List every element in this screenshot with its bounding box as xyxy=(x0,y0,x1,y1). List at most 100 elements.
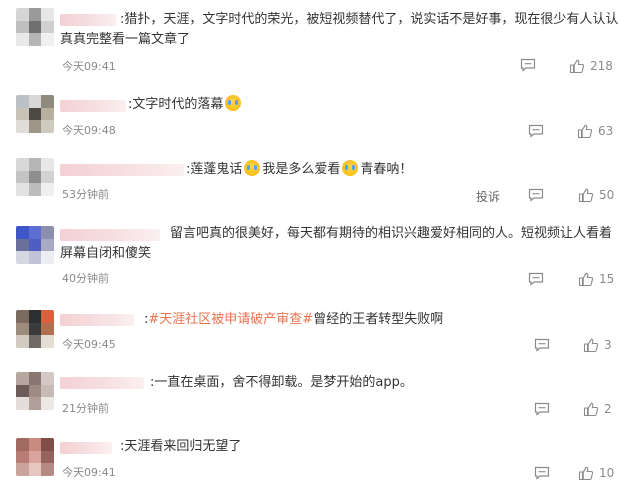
avatar-pixel xyxy=(41,438,54,451)
username-blurred[interactable] xyxy=(60,164,184,176)
avatar-pixel xyxy=(28,183,42,196)
avatar-pixel xyxy=(28,20,42,34)
comment-bubble-icon xyxy=(534,466,550,480)
like-count: 3 xyxy=(604,338,612,352)
avatar-pixel xyxy=(28,170,42,184)
reply-button[interactable] xyxy=(528,124,544,138)
reply-button[interactable] xyxy=(528,272,544,286)
avatar-pixel xyxy=(28,238,42,252)
comment-text: :一直在桌面，舍不得卸载。是梦开始的app。 xyxy=(150,375,413,390)
comment-time: 53分钟前 xyxy=(62,188,109,201)
comment-text: :天涯看来回归无望了 xyxy=(120,439,242,454)
avatar-pixel xyxy=(28,120,42,133)
like-count: 15 xyxy=(599,272,615,286)
avatar[interactable] xyxy=(16,8,54,46)
crying-face-emoji xyxy=(244,160,261,176)
avatar-pixel xyxy=(28,226,42,239)
comment-bubble-icon xyxy=(528,188,544,202)
avatar-pixel xyxy=(28,438,42,451)
like-count: 50 xyxy=(599,188,615,202)
avatar[interactable] xyxy=(16,158,54,196)
like-button[interactable]: 50 xyxy=(578,187,614,203)
comment-item: 留言吧真的很美好，每天都有期待的相识兴趣爱好相同的人。短视频让人看着屏幕自闭和傻… xyxy=(0,218,634,302)
avatar-pixel xyxy=(41,384,54,398)
hashtag-link[interactable]: #天涯社区被申请破产审查# xyxy=(148,312,313,327)
avatar-pixel xyxy=(28,335,42,348)
avatar-pixel xyxy=(16,33,29,46)
avatar-pixel xyxy=(41,158,54,171)
thumbs-up-icon xyxy=(578,272,594,287)
avatar[interactable] xyxy=(16,226,54,264)
avatar-pixel xyxy=(41,310,54,323)
thumbs-up-icon xyxy=(578,466,594,481)
avatar-pixel xyxy=(28,158,42,171)
comment-item: :莲蓬鬼话 我是多么爱看 青春呐！ 53分钟前 投诉 50 xyxy=(0,154,634,218)
avatar-pixel xyxy=(41,463,54,476)
avatar-pixel xyxy=(41,335,54,348)
avatar-pixel xyxy=(16,372,29,385)
avatar-pixel xyxy=(16,310,29,323)
avatar-pixel xyxy=(16,335,29,348)
username-blurred[interactable] xyxy=(60,314,134,326)
avatar-pixel xyxy=(41,372,54,385)
reply-button[interactable] xyxy=(528,188,544,202)
like-button[interactable]: 3 xyxy=(583,337,612,353)
avatar-pixel xyxy=(41,322,54,336)
like-button[interactable]: 218 xyxy=(569,58,613,74)
avatar-pixel xyxy=(16,238,29,252)
thumbs-up-icon xyxy=(577,124,593,139)
reply-button[interactable] xyxy=(520,58,536,72)
reply-button[interactable] xyxy=(534,402,550,416)
avatar-pixel xyxy=(28,322,42,336)
like-count: 2 xyxy=(604,402,612,416)
avatar-pixel xyxy=(28,397,42,410)
avatar-pixel xyxy=(41,33,54,46)
avatar-pixel xyxy=(16,107,29,121)
thumbs-up-icon xyxy=(578,188,594,203)
like-button[interactable]: 10 xyxy=(578,465,614,481)
avatar-pixel xyxy=(16,384,29,398)
like-button[interactable]: 15 xyxy=(578,271,614,287)
comment-time: 今天09:48 xyxy=(62,124,116,137)
avatar[interactable] xyxy=(16,438,54,476)
comment-time: 今天09:41 xyxy=(62,466,116,479)
username-blurred[interactable] xyxy=(60,442,112,454)
avatar-pixel xyxy=(16,397,29,410)
comment-item: :一直在桌面，舍不得卸载。是梦开始的app。 21分钟前 2 xyxy=(0,364,634,430)
like-button[interactable]: 63 xyxy=(577,123,613,139)
username-blurred[interactable] xyxy=(60,377,144,389)
avatar-pixel xyxy=(28,310,42,323)
avatar-pixel xyxy=(41,95,54,108)
avatar-pixel xyxy=(16,322,29,336)
reply-button[interactable] xyxy=(534,338,550,352)
comment-text: :莲蓬鬼话 我是多么爱看 青春呐！ xyxy=(186,160,413,177)
comment-time: 今天09:41 xyxy=(62,60,116,73)
report-button[interactable]: 投诉 xyxy=(476,188,500,205)
avatar-pixel xyxy=(28,463,42,476)
comment-text: :文字时代的落幕 xyxy=(128,95,620,115)
crying-face-emoji xyxy=(225,95,242,111)
avatar-pixel xyxy=(28,95,42,108)
avatar-pixel xyxy=(16,463,29,476)
comment-bubble-icon xyxy=(520,58,536,72)
avatar-pixel xyxy=(16,8,29,21)
like-button[interactable]: 2 xyxy=(583,401,612,417)
comment-time: 40分钟前 xyxy=(62,272,109,285)
avatar-pixel xyxy=(16,120,29,133)
reply-button[interactable] xyxy=(534,466,550,480)
crying-face-emoji xyxy=(342,160,359,176)
avatar-pixel xyxy=(16,438,29,451)
avatar-pixel xyxy=(41,20,54,34)
avatar-pixel xyxy=(28,8,42,21)
comment-bubble-icon xyxy=(534,402,550,416)
avatar-pixel xyxy=(28,33,42,46)
avatar[interactable] xyxy=(16,310,54,348)
comment-bubble-icon xyxy=(528,272,544,286)
avatar[interactable] xyxy=(16,372,54,410)
comment-time: 今天09:45 xyxy=(62,338,116,351)
username-blurred[interactable] xyxy=(60,100,126,112)
avatar[interactable] xyxy=(16,95,54,133)
avatar-pixel xyxy=(41,120,54,133)
avatar-pixel xyxy=(41,226,54,239)
like-count: 63 xyxy=(598,124,614,138)
